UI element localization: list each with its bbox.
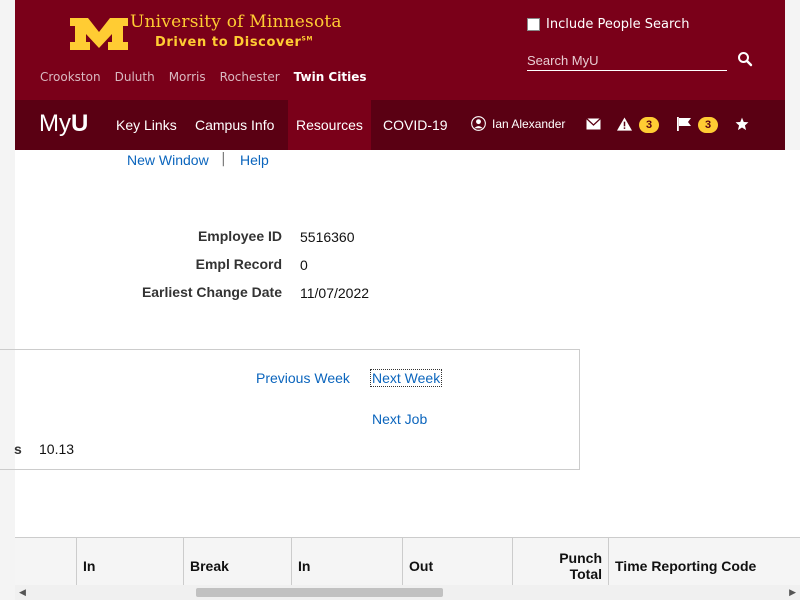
block-m-logo[interactable] [70,18,128,50]
column-header-time-reporting-code: Time Reporting Code [609,538,800,586]
user-icon [471,116,486,131]
column-header-out: Out [403,538,513,586]
main-nav: MyU Key Links Campus Info Resources COVI… [15,100,785,150]
nav-key-links[interactable]: Key Links [108,100,185,150]
previous-week-link[interactable]: Previous Week [256,370,350,386]
column-header-trc-label: Time Reporting Code [615,558,757,574]
employee-id-value: 5516360 [300,229,355,245]
punch-total-line-2: Total [569,566,602,582]
column-header-in-2-label: In [298,558,311,574]
help-link[interactable]: Help [240,152,269,168]
service-mark: SM [301,35,314,43]
people-search-label: Include People Search [546,17,690,32]
right-gutter [785,0,800,150]
next-job-link[interactable]: Next Job [372,411,427,427]
timesheet-table-header: In Break In Out Punch Total Time Reportin… [15,537,800,586]
reported-hours-label-partial: s [14,441,22,457]
horizontal-scrollbar[interactable]: ◀ ▶ [15,585,800,600]
alerts-count-badge: 3 [639,117,659,133]
column-header-in-label: In [83,558,96,574]
people-search-option: Include People Search [527,17,689,32]
scroll-right-icon[interactable]: ▶ [789,588,796,598]
campus-link-twin-cities[interactable]: Twin Cities [294,70,367,84]
tagline-text: Driven to Discover [155,35,302,50]
nav-campus-info[interactable]: Campus Info [187,100,282,150]
flags-count-badge: 3 [698,117,718,133]
university-name: University of Minnesota [130,12,342,32]
new-window-link[interactable]: New Window [127,152,209,168]
column-header-break: Break [184,538,292,586]
employee-id-label: Employee ID [197,228,282,244]
next-week-link[interactable]: Next Week [369,369,443,387]
search-icon[interactable] [737,51,753,67]
myu-logo-my: My [39,110,71,137]
left-gutter [0,0,15,600]
user-menu[interactable]: Ian Alexander [471,116,565,131]
column-header-punch-total: Punch Total [513,538,609,586]
column-header-out-label: Out [409,558,434,574]
punch-total-line-1: Punch [559,550,602,566]
flag-icon[interactable] [677,117,692,131]
column-header-break-label: Break [190,558,229,574]
campus-links: Crookston Duluth Morris Rochester Twin C… [40,70,366,84]
scroll-left-icon[interactable]: ◀ [19,588,26,598]
column-header-in: In [77,538,184,586]
campus-link-crookston[interactable]: Crookston [40,70,101,84]
empl-record-value: 0 [300,257,308,273]
campus-link-morris[interactable]: Morris [169,70,206,84]
nav-covid-19[interactable]: COVID-19 [375,100,456,150]
people-search-checkbox[interactable] [527,18,540,31]
reported-hours-value: 10.13 [39,441,75,457]
nav-resources[interactable]: Resources [288,100,371,150]
tagline: Driven to DiscoverSM [155,35,313,50]
envelope-icon[interactable] [586,118,601,130]
myu-logo[interactable]: MyU [39,110,88,138]
campus-link-duluth[interactable]: Duluth [115,70,155,84]
warning-icon[interactable] [617,117,632,131]
search-input[interactable] [527,50,727,71]
earliest-change-date-value: 11/07/2022 [300,285,370,301]
column-header-punch-total-label: Punch Total [559,550,602,582]
column-header-partial [15,538,77,586]
myu-logo-u: U [71,110,89,137]
week-navigation-panel [0,349,580,470]
brand-header: University of Minnesota Driven to Discov… [15,0,785,100]
campus-link-rochester[interactable]: Rochester [220,70,280,84]
empl-record-label: Empl Record [195,256,282,272]
user-name: Ian Alexander [492,116,566,131]
earliest-change-date-label: Earliest Change Date [141,284,282,300]
column-header-in-2: In [292,538,403,586]
scrollbar-thumb[interactable] [196,588,443,597]
star-icon[interactable] [735,117,749,131]
toolbar-separator: | [221,151,226,167]
